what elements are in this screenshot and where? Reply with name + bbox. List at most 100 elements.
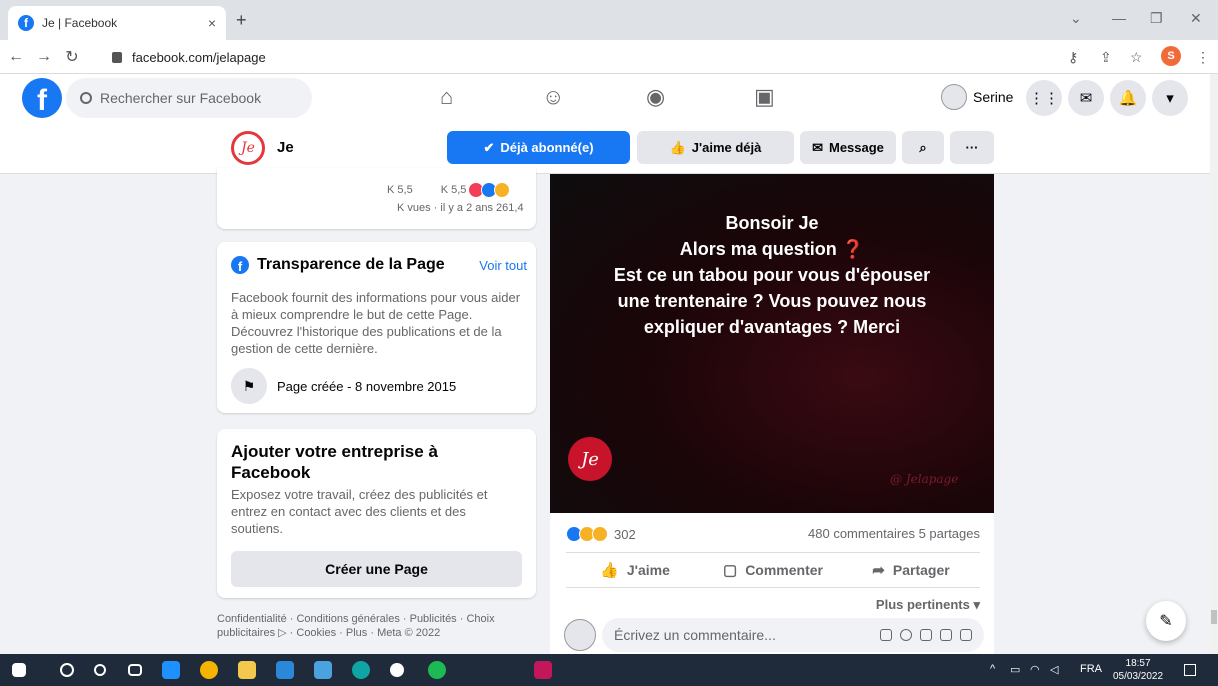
footer-links[interactable]: Confidentialité · Conditions générales ·… <box>217 612 527 640</box>
new-tab-button[interactable]: + <box>236 10 247 31</box>
media-player-icon[interactable] <box>276 661 294 679</box>
reactions-count: K 5,5 <box>440 184 467 196</box>
page-created-row: ⚑ Page créée - 8 novembre 2015 <box>231 368 456 404</box>
image-text-line: Est ce un tabou pour vous d'épouser <box>613 265 931 285</box>
key-icon[interactable]: ⚷ <box>1068 49 1078 66</box>
image-text-line: expliquer d'avantages ? Merci <box>643 317 901 337</box>
bookmark-star-icon[interactable]: ☆ <box>1130 49 1143 66</box>
home-icon[interactable]: ⌂ <box>440 84 453 110</box>
window-close-icon[interactable]: ✕ <box>1190 10 1202 27</box>
browser-tabstrip: f Je | Facebook × + ⌄ — ❐ ✕ <box>0 0 1218 40</box>
post-image[interactable]: Bonsoir Je Alors ma question ❓ Est ce un… <box>550 174 994 513</box>
question-mark-icon: ❓ <box>841 239 865 259</box>
reload-icon[interactable]: ↻ <box>60 47 84 67</box>
image-text-line: une trentenaire ? Vous pouvez nous <box>617 291 927 311</box>
volume-icon[interactable]: ◁ <box>1050 663 1058 676</box>
avatar-sticker-icon[interactable] <box>880 629 892 641</box>
search-icon: ⌕ <box>919 139 927 155</box>
share-arrow-icon: ➦ <box>872 562 885 579</box>
comment-button[interactable]: ▢ Commenter <box>704 553 842 587</box>
avatar <box>564 619 596 651</box>
app-icon[interactable] <box>534 661 552 679</box>
menu-grid-icon[interactable]: ⋮⋮ <box>1026 80 1062 116</box>
forward-icon[interactable]: → <box>32 48 56 66</box>
minimize-icon[interactable]: — <box>1112 10 1126 26</box>
page-avatar[interactable]: Je <box>231 131 265 165</box>
restore-icon[interactable]: ❐ <box>1150 10 1163 27</box>
edge-legacy-icon[interactable] <box>162 661 180 679</box>
business-title: Ajouter votre entreprise à Facebook <box>231 442 438 482</box>
store-icon[interactable] <box>314 661 332 679</box>
facebook-logo-icon[interactable]: f <box>22 78 62 118</box>
facebook-search-input[interactable]: Rechercher sur Facebook <box>66 78 312 118</box>
back-icon[interactable]: ← <box>4 48 28 66</box>
account-dropdown-icon[interactable]: ▾ <box>1152 80 1188 116</box>
thumbs-up-icon: 👍 <box>669 139 686 155</box>
settings-gear-icon[interactable] <box>390 663 404 677</box>
search-placeholder: Rechercher sur Facebook <box>100 90 262 106</box>
share-button[interactable]: ➦ Partager <box>842 553 980 587</box>
page-search-button[interactable]: ⌕ <box>902 131 944 164</box>
messenger-icon[interactable]: ✉ <box>1068 80 1104 116</box>
task-view-icon[interactable] <box>128 664 142 676</box>
transparency-card: f Transparence de la Page Voir tout Face… <box>217 242 536 413</box>
wifi-icon[interactable]: ◠ <box>1030 663 1040 676</box>
gif-icon[interactable] <box>940 629 952 641</box>
profile-link[interactable]: Serine <box>941 84 1013 110</box>
language-indicator[interactable]: FRA <box>1080 663 1102 675</box>
new-message-button[interactable]: ✎ <box>1146 601 1186 641</box>
messenger-icon: ✉ <box>812 139 823 155</box>
post-actions: 👍 J'aime ▢ Commenter ➦ Partager <box>566 552 980 588</box>
windows-start-icon[interactable] <box>12 663 26 677</box>
see-all-link[interactable]: Voir tout <box>479 258 527 273</box>
user-name: Serine <box>973 89 1014 105</box>
notifications-icon[interactable] <box>1184 664 1196 676</box>
message-button[interactable]: ✉ Message <box>800 131 896 164</box>
file-explorer-icon[interactable] <box>238 661 256 679</box>
spotify-icon[interactable] <box>428 661 446 679</box>
scrollbar[interactable] <box>1210 74 1218 654</box>
system-clock[interactable]: 18:57 05/03/2022 <box>1113 657 1163 683</box>
browser-profile-avatar[interactable]: S <box>1161 46 1181 66</box>
tab-close-icon[interactable]: × <box>208 15 216 31</box>
address-bar[interactable]: facebook.com/jelapage <box>112 47 266 67</box>
taskbar: ^ ▭ ◠ ◁ FRA 18:57 05/03/2022 <box>0 654 1218 686</box>
like-button[interactable]: 👍 J'aime <box>566 553 704 587</box>
battery-icon[interactable]: ▭ <box>1010 663 1020 676</box>
page-title[interactable]: Je <box>277 139 294 156</box>
subscribed-label: Déjà abonné(e) <box>500 140 594 155</box>
browser-tab[interactable]: f Je | Facebook × <box>8 6 226 40</box>
comment-sort-dropdown[interactable]: Plus pertinents ▾ <box>876 597 980 613</box>
post-reactions[interactable]: 302 <box>566 526 636 542</box>
clock-date: 05/03/2022 <box>1113 671 1164 682</box>
image-text-line: Bonsoir Je <box>725 213 819 233</box>
more-options-button[interactable]: ··· <box>950 131 994 164</box>
cortana-icon[interactable] <box>94 664 106 676</box>
liked-button[interactable]: 👍 J'aime déjà <box>637 131 794 164</box>
facebook-favicon-icon: f <box>18 15 34 31</box>
tab-search-icon[interactable]: ⌄ <box>1070 10 1082 27</box>
comments-shares-count[interactable]: 480 commentaires 5 partages <box>808 526 980 541</box>
scrollbar-thumb[interactable] <box>1211 610 1217 624</box>
subscribed-button[interactable]: ✔ Déjà abonné(e) <box>447 131 630 164</box>
tab-title: Je | Facebook <box>42 16 118 30</box>
tray-chevron-icon[interactable]: ^ <box>990 663 995 675</box>
edge-icon[interactable] <box>352 661 370 679</box>
gaming-icon[interactable]: ▣ <box>754 84 775 110</box>
comment-input[interactable]: Écrivez un commentaire... <box>602 618 984 652</box>
chrome-icon[interactable] <box>200 661 218 679</box>
emoji-icon[interactable] <box>900 629 912 641</box>
friends-icon[interactable]: ☺ <box>542 84 564 110</box>
sticker-icon[interactable] <box>960 629 972 641</box>
create-page-button[interactable]: Créer une Page <box>231 551 522 587</box>
browser-menu-icon[interactable]: ⋮ <box>1196 49 1210 66</box>
brand-logo: Je <box>568 437 612 481</box>
notifications-bell-icon[interactable]: 🔔 <box>1110 80 1146 116</box>
comment-composer: Écrivez un commentaire... <box>564 618 984 652</box>
wow-reaction-icon <box>592 526 608 542</box>
camera-icon[interactable] <box>920 629 932 641</box>
groups-icon[interactable]: ◉ <box>646 84 665 110</box>
page-created-text: Page créée - 8 novembre 2015 <box>277 378 457 394</box>
search-icon[interactable] <box>60 663 74 677</box>
share-icon[interactable]: ⇪ <box>1100 49 1112 66</box>
